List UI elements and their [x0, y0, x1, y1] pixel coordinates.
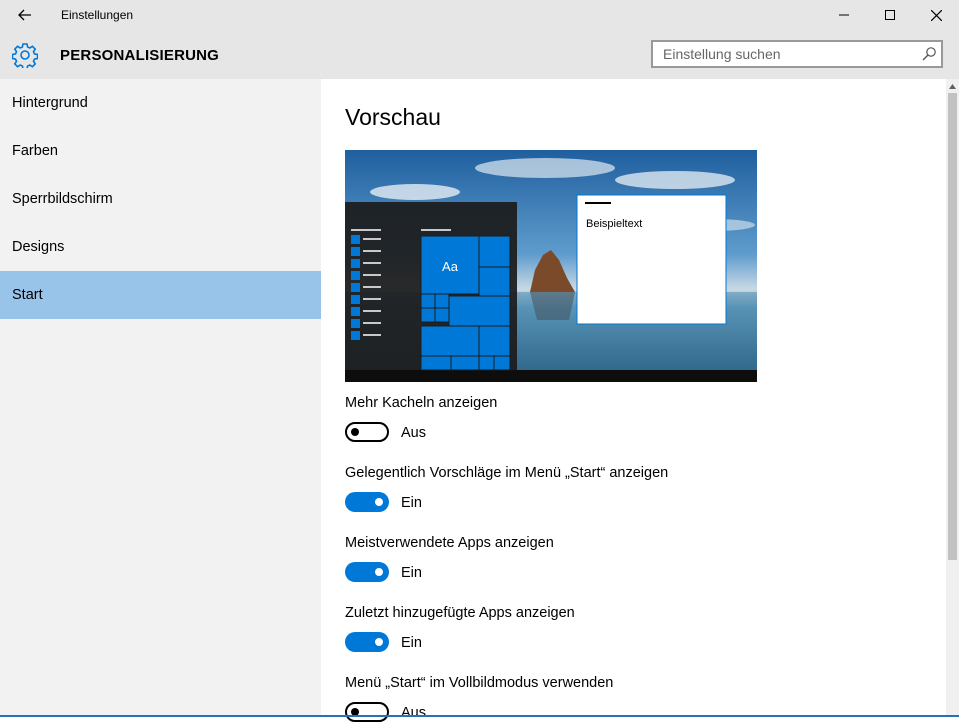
toggle-knob [351, 428, 359, 436]
window-title: Einstellungen [61, 8, 134, 22]
sidebar-item-farben[interactable]: Farben [0, 127, 321, 175]
most-used-state: Ein [401, 565, 422, 581]
maximize-button[interactable] [867, 0, 913, 30]
section-title: PERSONALISIERUNG [60, 47, 220, 64]
setting-label-fullscreen: Menü „Start“ im Vollbildmodus verwenden [345, 675, 614, 691]
page-title: Vorschau [345, 104, 441, 130]
close-icon [930, 9, 942, 21]
most-used-toggle[interactable] [345, 562, 389, 582]
back-arrow-icon [18, 9, 31, 21]
preview-tile-text: Aa [442, 259, 459, 274]
setting-label-suggestions: Gelegentlich Vorschläge im Menü „Start“ … [345, 465, 669, 481]
scroll-up-button[interactable] [946, 79, 959, 93]
sidebar: Hintergrund Farben Sperrbildschirm Desig… [0, 79, 321, 717]
content-pane: Vorschau Aa Beispieltext Mehr Kacheln an… [321, 79, 946, 722]
minimize-icon [839, 14, 849, 16]
chevron-up-icon [949, 83, 956, 89]
sidebar-item-hintergrund[interactable]: Hintergrund [0, 79, 321, 127]
toggle-knob [375, 638, 383, 646]
search-input[interactable] [653, 42, 923, 66]
maximize-icon [885, 10, 895, 20]
minimize-button[interactable] [821, 0, 867, 30]
more-tiles-state: Aus [401, 425, 426, 441]
preview-sample-text: Beispieltext [586, 218, 642, 230]
toggle-knob [375, 568, 383, 576]
sidebar-item-start[interactable]: Start [0, 271, 321, 319]
fullscreen-state: Aus [401, 705, 426, 721]
suggestions-state: Ein [401, 495, 422, 511]
recently-added-state: Ein [401, 635, 422, 651]
title-bar: Einstellungen [0, 0, 959, 30]
sidebar-item-designs[interactable]: Designs [0, 223, 321, 271]
suggestions-toggle[interactable] [345, 492, 389, 512]
search-box[interactable] [651, 40, 943, 68]
setting-label-more-tiles: Mehr Kacheln anzeigen [345, 395, 498, 411]
scrollbar[interactable] [946, 79, 959, 717]
sidebar-item-sperrbildschirm[interactable]: Sperrbildschirm [0, 175, 321, 223]
start-preview-image: Aa Beispieltext [345, 150, 757, 382]
more-tiles-toggle[interactable] [345, 422, 389, 442]
setting-label-most-used: Meistverwendete Apps anzeigen [345, 535, 554, 551]
fullscreen-toggle[interactable] [345, 702, 389, 722]
close-button[interactable] [913, 0, 959, 30]
scroll-thumb[interactable] [948, 93, 957, 560]
back-button[interactable] [10, 4, 40, 26]
toggle-knob [375, 498, 383, 506]
setting-label-recently-added: Zuletzt hinzugefügte Apps anzeigen [345, 605, 575, 621]
search-icon[interactable] [921, 46, 937, 62]
settings-header: PERSONALISIERUNG [0, 30, 959, 79]
recently-added-toggle[interactable] [345, 632, 389, 652]
gear-icon [12, 43, 38, 68]
